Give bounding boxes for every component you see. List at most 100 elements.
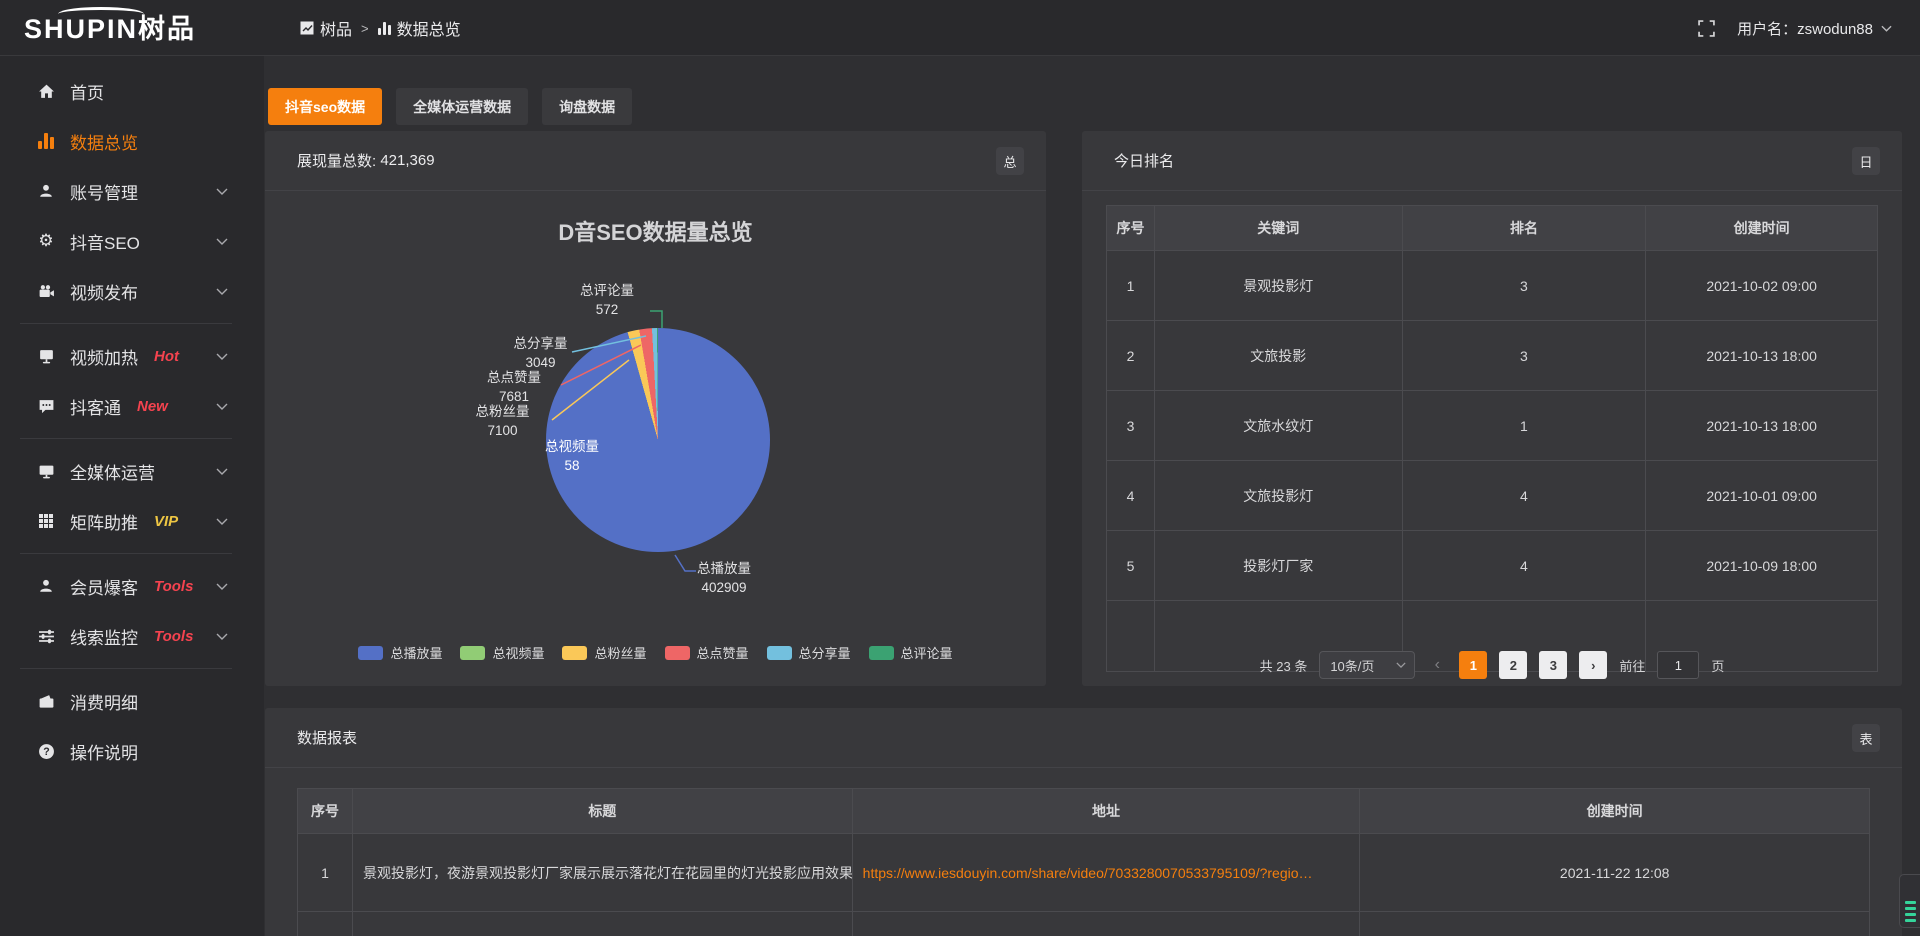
sidebar-item-data-overview[interactable]: 数据总览	[0, 116, 264, 166]
ranking-table-header: 序号 关键词 排名 创建时间	[1107, 206, 1877, 251]
legend-item-plays[interactable]: 总播放量	[358, 643, 442, 662]
page-size-select[interactable]: 10条/页	[1319, 651, 1415, 679]
sidebar-item-consumption-detail[interactable]: 消费明细	[0, 676, 264, 726]
monitor-stand-icon	[36, 348, 56, 365]
chevron-down-icon	[216, 518, 228, 525]
goto-unit-label: 页	[1711, 656, 1724, 675]
grid-icon	[36, 513, 56, 529]
ranking-panel-header: 今日排名 日	[1082, 131, 1902, 191]
cell-keyword: 文旅水纹灯	[1155, 391, 1403, 461]
sidebar-item-account-management[interactable]: 账号管理	[0, 166, 264, 216]
pie-label-shares: 总分享量 3049	[493, 334, 588, 372]
prev-page-button[interactable]: ‹	[1427, 656, 1447, 674]
pie-label-fans: 总粉丝量 7100	[455, 402, 550, 440]
sidebar-item-member-baoke[interactable]: 会员爆客 Tools	[0, 561, 264, 611]
sidebar-item-lead-monitoring[interactable]: 线索监控 Tools	[0, 611, 264, 661]
goto-page-input[interactable]	[1657, 651, 1699, 679]
sidebar-item-video-publish[interactable]: 视频发布	[0, 266, 264, 316]
sidebar-item-label: 首页	[70, 79, 104, 104]
user-menu[interactable]: 用户名：zswodun88	[1737, 18, 1892, 39]
sidebar-item-label: 会员爆客	[70, 574, 138, 599]
tab-douyin-seo-data[interactable]: 抖音seo数据	[268, 88, 382, 125]
legend-item-comments[interactable]: 总评论量	[869, 643, 953, 662]
sidebar-item-home[interactable]: 首页	[0, 66, 264, 116]
pie-label-name: 总点赞量	[468, 368, 560, 387]
legend-item-likes[interactable]: 总点赞量	[665, 643, 749, 662]
overview-panel: 展现量总数: 421,369 总 D音SEO数据量总览 总评论量 572 总分享…	[265, 131, 1046, 686]
chevron-down-icon	[216, 188, 228, 195]
legend-label: 总粉丝量	[594, 643, 646, 662]
sidebar-item-instructions[interactable]: ? 操作说明	[0, 726, 264, 776]
chart-legend: 总播放量 总视频量 总粉丝量 总点赞量 总分享量 总评论量	[265, 643, 1046, 662]
video-link[interactable]: https://www.iesdouyin.com/share/video/70…	[863, 865, 1313, 881]
next-page-button[interactable]: ›	[1579, 651, 1607, 679]
page-button-3[interactable]: 3	[1539, 651, 1567, 679]
day-view-button[interactable]: 日	[1852, 147, 1880, 175]
sidebar-item-label: 全媒体运营	[70, 459, 155, 484]
sidebar-item-omnimedia-operation[interactable]: 全媒体运营	[0, 446, 264, 496]
cell-created-time: 2021-10-13 18:00	[1646, 391, 1877, 461]
overview-panel-header: 展现量总数: 421,369 总	[265, 131, 1046, 191]
pie-label-name: 总视频量	[533, 437, 611, 456]
new-badge: New	[137, 398, 168, 415]
chart-square-icon	[300, 21, 314, 35]
legend-item-shares[interactable]: 总分享量	[767, 643, 851, 662]
chart-title: D音SEO数据量总览	[265, 215, 1046, 247]
fullscreen-icon[interactable]	[1698, 20, 1715, 37]
column-header: 地址	[853, 789, 1361, 834]
report-table-header: 序号 标题 地址 创建时间	[298, 789, 1869, 834]
breadcrumb-current[interactable]: 数据总览	[378, 16, 461, 40]
breadcrumb-root[interactable]: 树品	[300, 16, 352, 40]
floating-widget[interactable]	[1899, 874, 1920, 928]
column-header: 标题	[353, 789, 853, 834]
sidebar-item-video-heating[interactable]: 视频加热 Hot	[0, 331, 264, 381]
app-root: SHUPIN树品 树品 > 数据总览 用户名：zswodun88	[0, 0, 1920, 936]
tools-badge: Tools	[154, 578, 193, 595]
chevron-down-icon	[1396, 662, 1406, 668]
tools-badge: Tools	[154, 628, 193, 645]
chevron-down-icon	[216, 353, 228, 360]
legend-swatch	[358, 646, 383, 660]
legend-swatch	[869, 646, 894, 660]
video-camera-icon	[36, 283, 56, 300]
column-header: 序号	[298, 789, 353, 834]
report-table: 序号 标题 地址 创建时间 1 景观投影灯，夜游景观投影灯厂家展示展示落花灯在花…	[297, 788, 1870, 936]
breadcrumb-current-label: 数据总览	[397, 16, 461, 40]
tab-inquiry-data[interactable]: 询盘数据	[542, 88, 632, 125]
chevron-down-icon	[216, 238, 228, 245]
sidebar-item-douyin-seo[interactable]: ⚙ 抖音SEO	[0, 216, 264, 266]
breadcrumb-separator: >	[361, 21, 369, 36]
column-header: 关键词	[1155, 206, 1403, 251]
chevron-down-icon	[216, 403, 228, 410]
table-row: 3 文旅水纹灯 1 2021-10-13 18:00	[1107, 391, 1877, 461]
legend-label: 总视频量	[492, 643, 544, 662]
legend-swatch	[460, 646, 485, 660]
tab-omnimedia-data[interactable]: 全媒体运营数据	[396, 88, 528, 125]
cell-keyword: 文旅投影	[1155, 321, 1403, 391]
pie-label-videos: 总视频量 58	[533, 437, 611, 475]
sidebar-item-douketong[interactable]: 抖客通 New	[0, 381, 264, 431]
cell-keyword: 文旅投影灯	[1155, 461, 1403, 531]
logo-arc	[58, 7, 144, 21]
legend-item-fans[interactable]: 总粉丝量	[562, 643, 646, 662]
chevron-down-icon	[216, 288, 228, 295]
table-row-stub	[298, 912, 1869, 936]
total-view-button[interactable]: 总	[996, 147, 1024, 175]
sidebar-item-label: 视频发布	[70, 279, 138, 304]
column-header: 排名	[1403, 206, 1647, 251]
pagination-total: 共 23 条	[1260, 656, 1308, 675]
vip-badge: VIP	[154, 513, 178, 530]
breadcrumb-root-label: 树品	[320, 16, 352, 40]
column-header: 创建时间	[1360, 789, 1869, 834]
monitor-icon	[36, 463, 56, 480]
pagination: 共 23 条 10条/页 ‹ 1 2 3 › 前往 页	[1082, 651, 1902, 679]
table-view-button[interactable]: 表	[1852, 724, 1880, 752]
cell-created-time: 2021-11-22 12:08	[1360, 834, 1869, 912]
cell-index: 3	[1107, 391, 1155, 461]
legend-swatch	[767, 646, 792, 660]
page-button-2[interactable]: 2	[1499, 651, 1527, 679]
legend-item-videos[interactable]: 总视频量	[460, 643, 544, 662]
cell-rank: 4	[1403, 531, 1647, 601]
page-button-1[interactable]: 1	[1459, 651, 1487, 679]
sidebar-item-matrix-boost[interactable]: 矩阵助推 VIP	[0, 496, 264, 546]
